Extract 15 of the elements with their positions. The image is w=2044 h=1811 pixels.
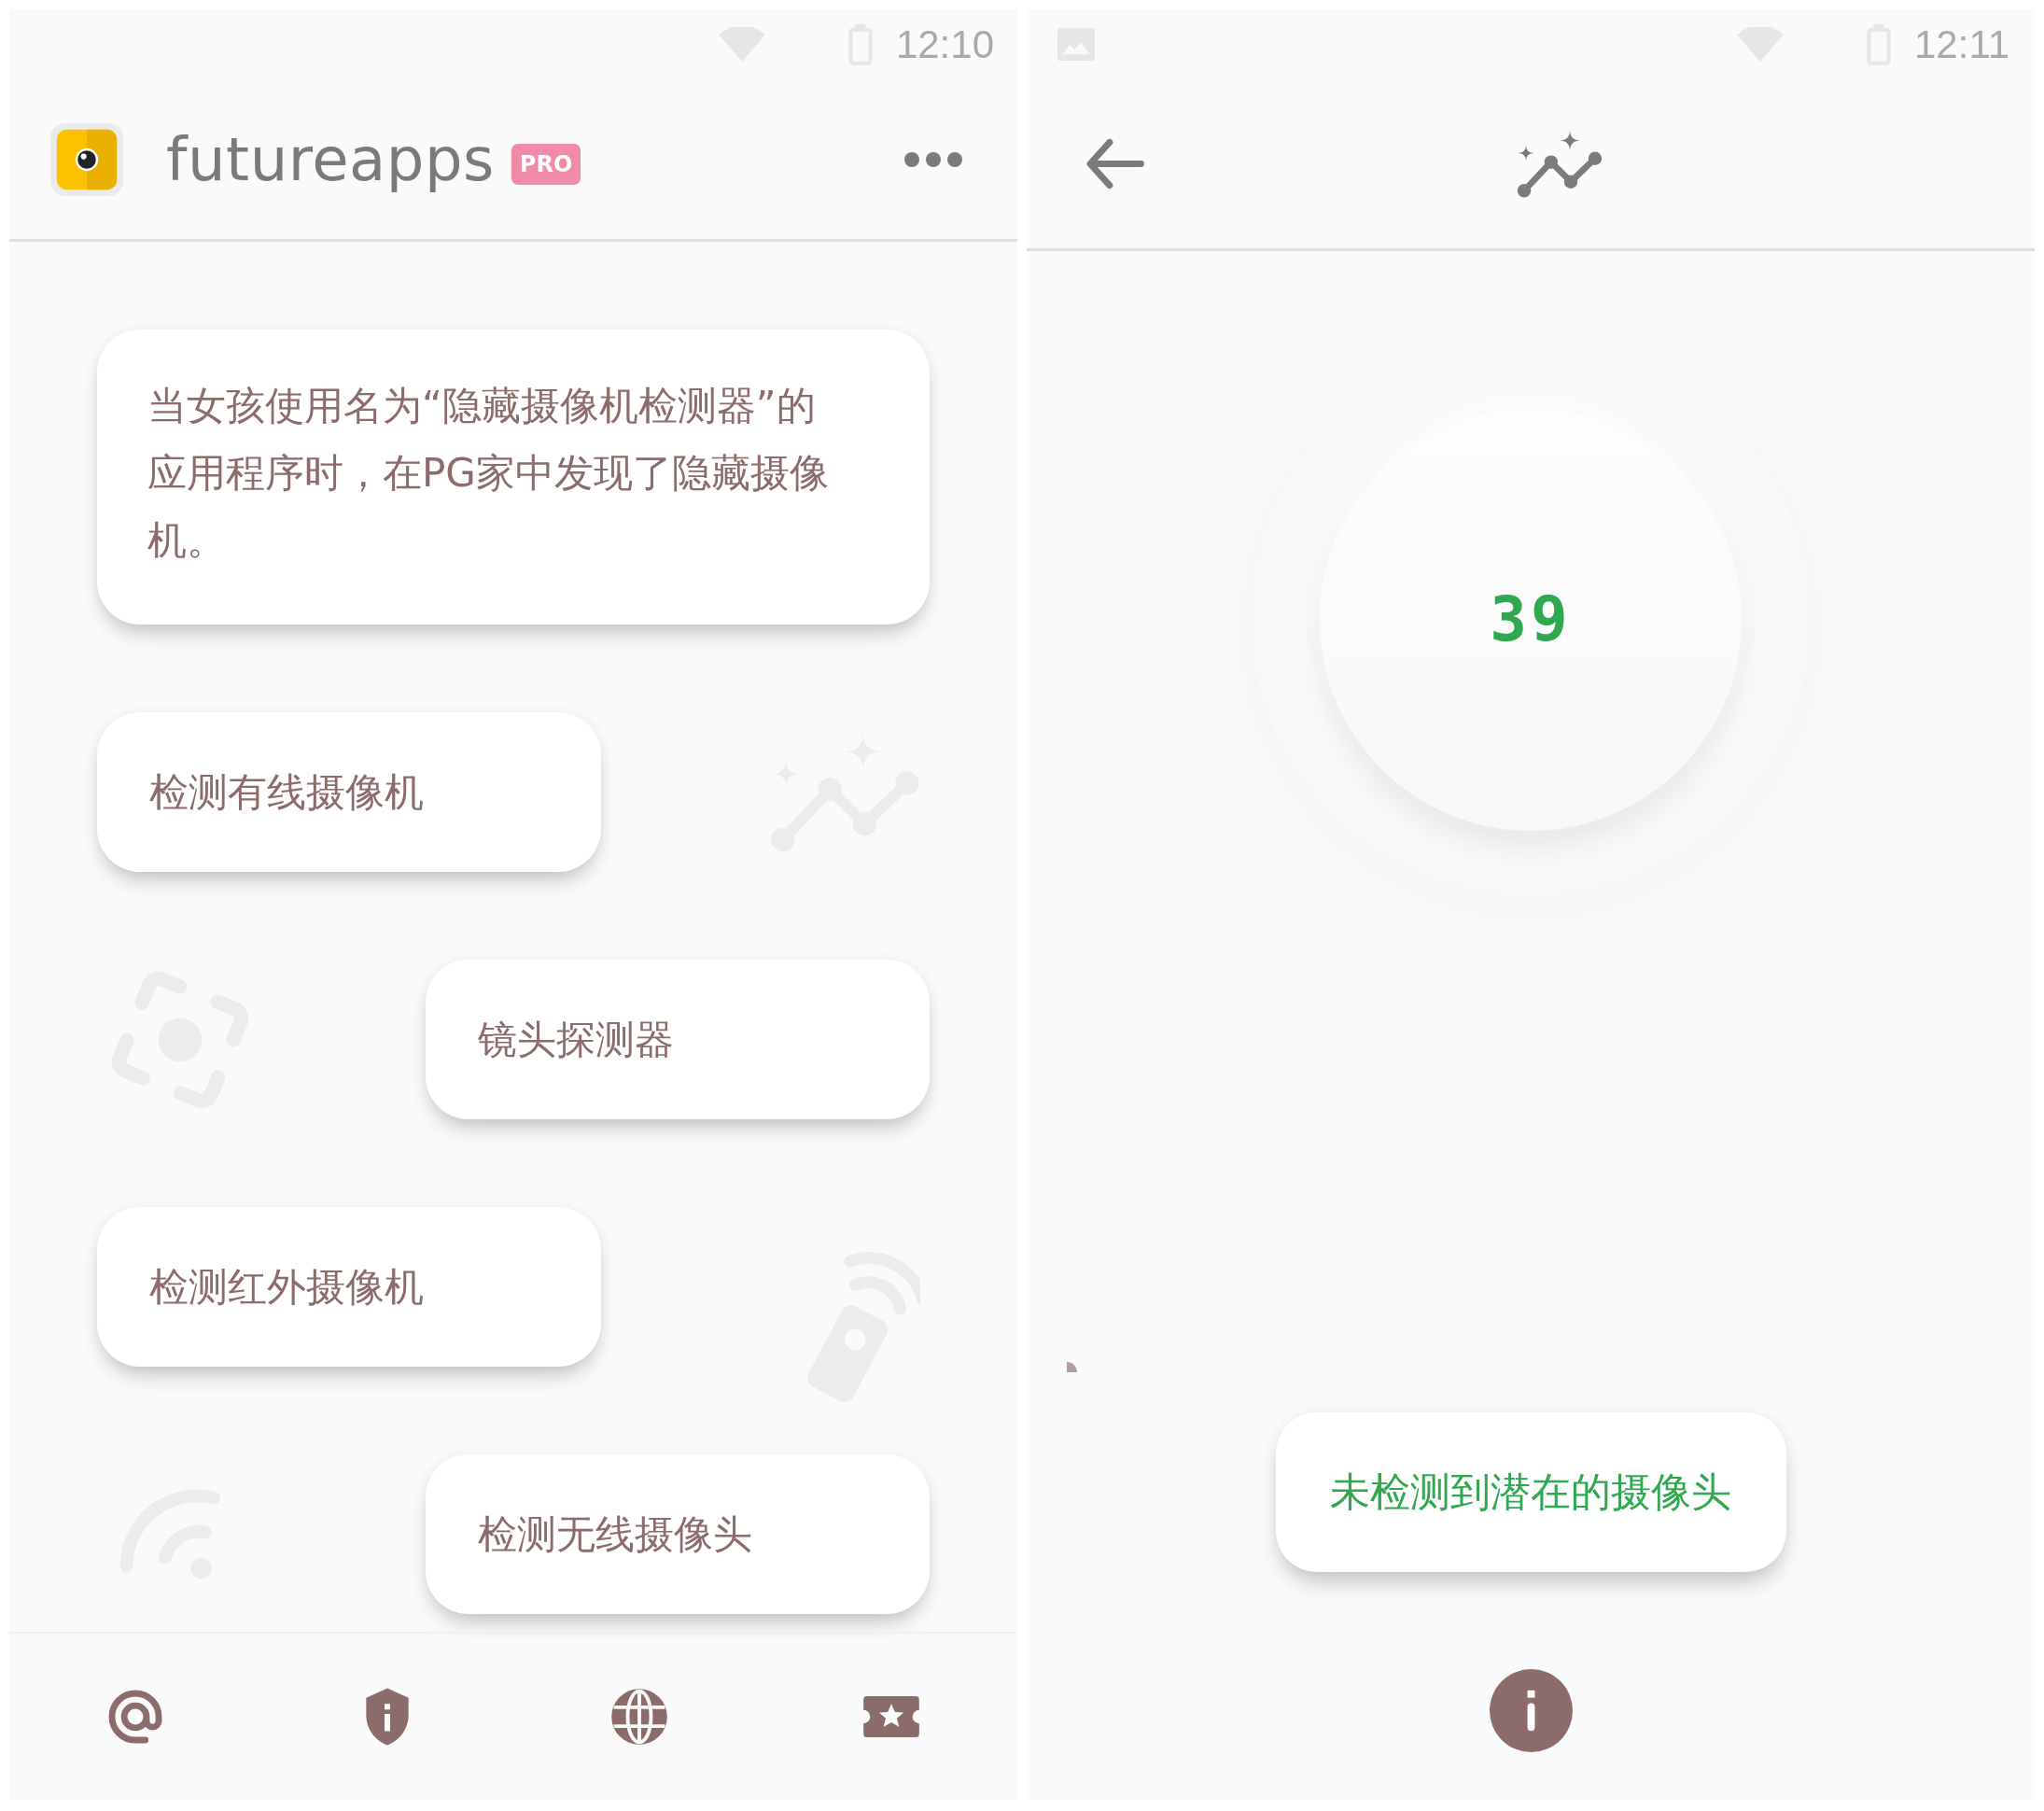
app-logo-icon — [50, 122, 123, 196]
globe-icon[interactable] — [610, 1688, 668, 1746]
menu-button[interactable]: 镜头探测器 — [426, 960, 930, 1119]
pro-badge: PRO — [511, 143, 581, 185]
status-time: 12:10 — [895, 24, 994, 64]
menu-button[interactable]: 检测无线摄像头 — [426, 1454, 930, 1614]
menu-button[interactable]: 检测红外摄像机 — [97, 1207, 601, 1367]
status-time: 12:11 — [1914, 24, 2009, 64]
menu-button[interactable]: 检测有线摄像机 — [97, 712, 601, 872]
reading-value: 39 — [1490, 589, 1572, 651]
info-icon[interactable] — [1489, 1669, 1573, 1752]
at-sign-icon[interactable] — [106, 1688, 164, 1746]
result-text: 未检测到潜在的摄像头 — [1330, 1467, 1731, 1517]
more-icon[interactable] — [903, 150, 963, 168]
intro-text: 当女孩使用名为“隐藏摄像机检测器”的应用程序时，在PG家中发现了隐藏摄像机。 — [147, 382, 830, 565]
